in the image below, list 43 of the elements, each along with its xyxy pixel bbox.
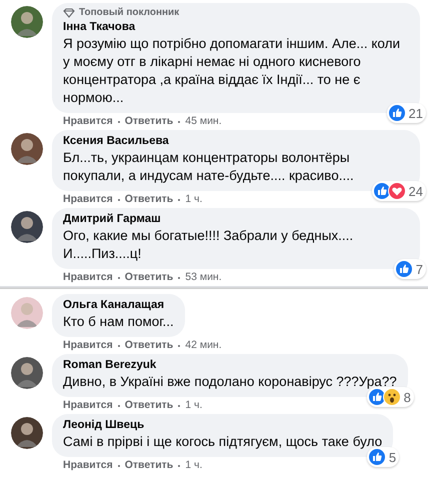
like-link[interactable]: Нравится	[63, 115, 113, 128]
avatar-icon[interactable]	[11, 6, 43, 38]
reaction-count[interactable]: 8	[366, 387, 414, 407]
like-icon	[394, 260, 413, 278]
comment-text: Ого, какие мы богатые!!!! Забрали у бедных.... И.....Пиз....ц!	[63, 227, 354, 263]
comment-time[interactable]: 42 мин.	[185, 339, 222, 352]
like-link[interactable]: Нравится	[63, 271, 113, 284]
comment-time[interactable]: 1 ч.	[185, 193, 202, 206]
like-link[interactable]: Нравится	[63, 399, 113, 412]
reply-link[interactable]: Ответить	[124, 459, 174, 472]
like-link[interactable]: Нравится	[63, 459, 113, 472]
reaction-count[interactable]: 21	[386, 103, 426, 123]
author-name[interactable]: Ксения Васильева	[63, 134, 169, 149]
avatar-icon[interactable]	[11, 357, 43, 389]
like-icon	[368, 448, 386, 466]
like-link[interactable]: Нравится	[63, 339, 113, 352]
comment-text: Кто б нам помог...	[63, 313, 174, 331]
reply-link[interactable]: Ответить	[124, 399, 174, 412]
comment-text: Бл...ть, украинцам концентраторы волонтёры покупали, а индусам нате-будьте.... красиво....	[63, 149, 355, 185]
wow-emoji-icon	[382, 388, 401, 406]
reply-link[interactable]: Ответить	[124, 271, 174, 284]
avatar-icon[interactable]	[11, 133, 43, 165]
comment-time[interactable]: 1 ч.	[185, 459, 202, 472]
avatar-icon[interactable]	[11, 417, 43, 449]
reply-link[interactable]: Ответить	[124, 339, 174, 352]
reaction-count[interactable]: 5	[366, 447, 400, 467]
author-name[interactable]: Леонід Швець	[63, 418, 144, 433]
reply-link[interactable]: Ответить	[124, 193, 174, 206]
comment-time[interactable]: 1 ч.	[185, 399, 202, 412]
reaction-count[interactable]: 7	[394, 259, 426, 279]
avatar-icon[interactable]	[11, 211, 43, 243]
reply-link[interactable]: Ответить	[124, 115, 174, 128]
comment-time[interactable]: 45 мин.	[185, 115, 222, 128]
fan-label: Топовый поклонник	[79, 7, 180, 18]
diamond-icon	[63, 8, 75, 18]
author-name[interactable]: Roman Berezyuk	[63, 358, 156, 373]
like-icon	[388, 104, 406, 122]
author-name[interactable]: Дмитрий Гармаш	[63, 212, 161, 227]
reaction-count[interactable]: 24	[372, 181, 426, 201]
like-link[interactable]: Нравится	[63, 193, 113, 206]
comment-time[interactable]: 53 мин.	[185, 271, 222, 284]
author-name[interactable]: Ольга Каналащая	[63, 298, 164, 313]
author-name[interactable]: Інна Ткачова	[63, 20, 136, 35]
